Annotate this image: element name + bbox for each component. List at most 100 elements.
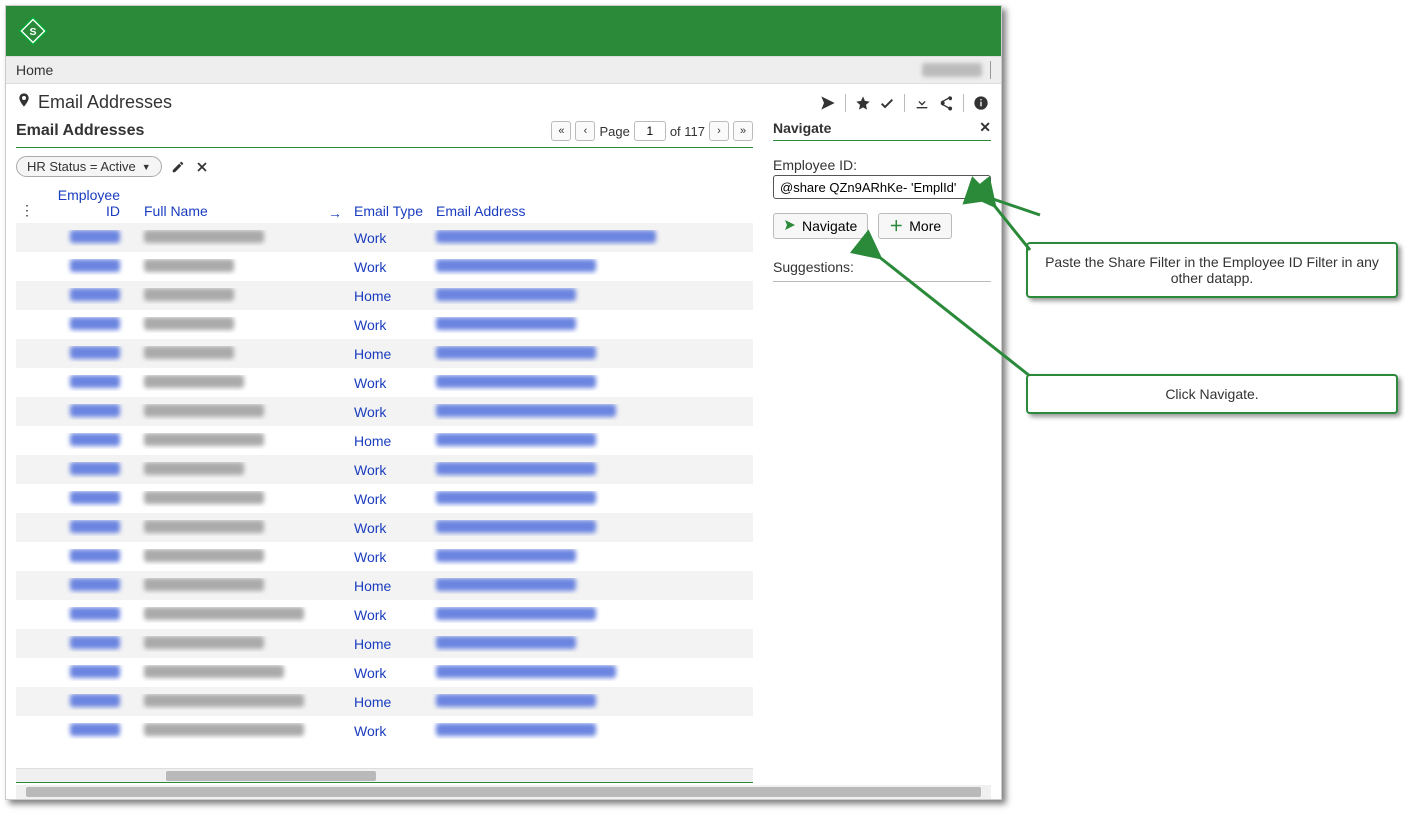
filter-chip[interactable]: HR Status = Active ▼ xyxy=(16,156,162,177)
col-full-name[interactable]: Full Name → xyxy=(138,203,348,219)
redacted-value xyxy=(436,346,596,359)
download-icon[interactable] xyxy=(912,93,932,113)
user-name-redacted xyxy=(922,63,982,77)
cell-email-type: Work xyxy=(348,259,430,275)
table-body[interactable]: WorkWorkHomeWorkHomeWorkWorkHomeWorkWork… xyxy=(16,223,753,768)
redacted-value xyxy=(144,723,304,736)
data-table: ⋮ Employee ID Full Name → Email Type Ema… xyxy=(16,183,753,783)
navigate-close-icon[interactable]: ✕ xyxy=(979,119,991,136)
pager: « ‹ Page of 117 › » xyxy=(551,121,753,141)
redacted-value xyxy=(436,607,596,620)
table-row[interactable]: Home xyxy=(16,687,753,716)
redacted-value xyxy=(144,433,264,446)
redacted-value xyxy=(436,636,576,649)
table-row[interactable]: Work xyxy=(16,600,753,629)
redacted-value xyxy=(144,259,234,272)
cell-employee-id xyxy=(38,723,138,739)
row-actions-menu-icon[interactable]: ⋮ xyxy=(16,202,38,219)
table-row[interactable]: Home xyxy=(16,426,753,455)
employee-id-label: Employee ID: xyxy=(773,157,991,173)
cell-email-type: Work xyxy=(348,404,430,420)
pager-next-button[interactable]: › xyxy=(709,121,729,141)
annotation-arrow-icon xyxy=(870,250,1040,390)
more-button[interactable]: ＋ More xyxy=(878,213,952,239)
col-employee-id[interactable]: Employee ID xyxy=(38,187,138,219)
body-columns: Email Addresses « ‹ Page of 117 › » HR S… xyxy=(16,117,991,783)
col-email-address[interactable]: Email Address xyxy=(430,203,753,219)
table-row[interactable]: Work xyxy=(16,513,753,542)
scrollbar-thumb[interactable] xyxy=(26,787,981,797)
table-header: ⋮ Employee ID Full Name → Email Type Ema… xyxy=(16,183,753,223)
list-panel: Email Addresses « ‹ Page of 117 › » HR S… xyxy=(16,117,753,783)
table-hscroll[interactable] xyxy=(16,768,753,782)
redacted-value xyxy=(70,578,120,591)
separator xyxy=(990,61,991,79)
cell-email-address xyxy=(430,375,753,391)
cell-employee-id xyxy=(38,346,138,362)
svg-text:S: S xyxy=(29,26,36,38)
cell-employee-id xyxy=(38,433,138,449)
cell-email-address xyxy=(430,433,753,449)
cell-email-address xyxy=(430,317,753,333)
table-row[interactable]: Work xyxy=(16,397,753,426)
redacted-value xyxy=(436,317,576,330)
cell-employee-id xyxy=(38,462,138,478)
window-hscroll[interactable] xyxy=(16,785,991,799)
navigate-icon[interactable] xyxy=(818,93,838,113)
breadcrumb-home[interactable]: Home xyxy=(16,62,53,78)
table-row[interactable]: Work xyxy=(16,716,753,745)
share-icon[interactable] xyxy=(936,93,956,113)
table-row[interactable]: Work xyxy=(16,484,753,513)
cell-employee-id xyxy=(38,317,138,333)
cell-email-address xyxy=(430,636,753,652)
info-icon[interactable] xyxy=(971,93,991,113)
cell-email-type: Home xyxy=(348,578,430,594)
cell-employee-id xyxy=(38,578,138,594)
cell-email-type: Work xyxy=(348,607,430,623)
divider xyxy=(773,140,991,141)
table-row[interactable]: Home xyxy=(16,281,753,310)
cell-email-type: Work xyxy=(348,230,430,246)
table-row[interactable]: Work xyxy=(16,368,753,397)
cell-email-type: Work xyxy=(348,317,430,333)
cell-email-address xyxy=(430,520,753,536)
table-row[interactable]: Work xyxy=(16,223,753,252)
table-row[interactable]: Home xyxy=(16,571,753,600)
cell-email-address xyxy=(430,346,753,362)
cell-email-type: Work xyxy=(348,665,430,681)
redacted-value xyxy=(144,607,304,620)
pager-prev-button[interactable]: ‹ xyxy=(575,121,595,141)
annotation-callout-1-text: Paste the Share Filter in the Employee I… xyxy=(1045,254,1379,286)
redacted-value xyxy=(144,404,264,417)
redacted-value xyxy=(70,636,120,649)
table-row[interactable]: Work xyxy=(16,455,753,484)
check-icon[interactable] xyxy=(877,93,897,113)
pager-last-button[interactable]: » xyxy=(733,121,753,141)
table-row[interactable]: Work xyxy=(16,310,753,339)
table-row[interactable]: Work xyxy=(16,658,753,687)
table-row[interactable]: Home xyxy=(16,629,753,658)
redacted-value xyxy=(70,346,120,359)
pager-first-button[interactable]: « xyxy=(551,121,571,141)
redacted-value xyxy=(436,375,596,388)
table-row[interactable]: Work xyxy=(16,252,753,281)
star-icon[interactable] xyxy=(853,93,873,113)
scrollbar-thumb[interactable] xyxy=(166,771,376,781)
redacted-value xyxy=(144,317,234,330)
navigate-header: Navigate ✕ xyxy=(773,117,991,138)
table-row[interactable]: Home xyxy=(16,339,753,368)
edit-icon[interactable] xyxy=(170,159,186,175)
navigate-button[interactable]: Navigate xyxy=(773,213,868,239)
redacted-value xyxy=(144,375,244,388)
redacted-value xyxy=(144,636,264,649)
clear-filter-icon[interactable] xyxy=(194,159,210,175)
table-row[interactable]: Work xyxy=(16,542,753,571)
cell-email-type: Home xyxy=(348,346,430,362)
cell-email-address xyxy=(430,665,753,681)
cell-employee-id xyxy=(38,520,138,536)
col-email-type[interactable]: Email Type xyxy=(348,203,430,219)
redacted-value xyxy=(144,288,234,301)
pager-page-input[interactable] xyxy=(634,121,666,141)
cell-employee-id xyxy=(38,375,138,391)
employee-id-input[interactable] xyxy=(773,175,991,199)
